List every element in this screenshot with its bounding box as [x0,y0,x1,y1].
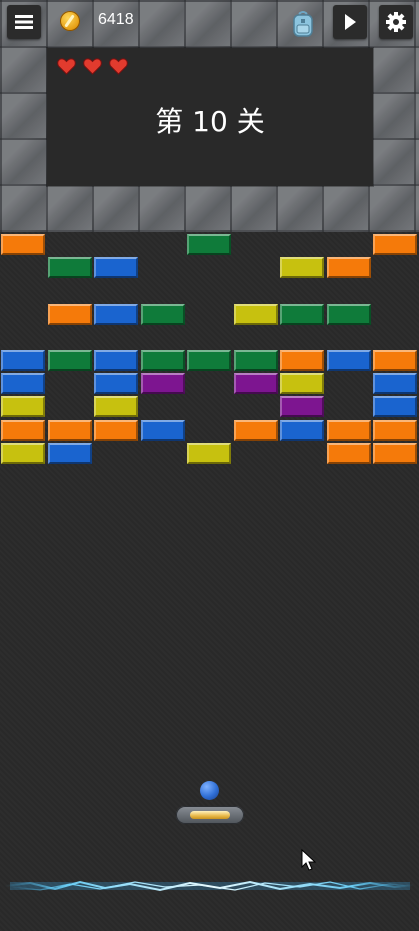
brick-yellow [234,304,278,325]
settings-button[interactable] [379,5,413,39]
brick-blue [1,373,45,394]
backpack-button[interactable] [291,10,315,38]
heart-icon [83,58,102,75]
brick-green [280,304,324,325]
menu-button[interactable] [7,5,41,39]
brick-orange [94,420,138,441]
brick-purple [141,373,185,394]
brick-orange [48,304,92,325]
brick-green [141,350,185,371]
brick-green [187,234,231,255]
heart-icon [109,58,128,75]
brick-orange [327,443,371,464]
brick-orange [280,350,324,371]
brick-green [141,304,185,325]
gold-coin-icon [60,11,80,31]
brick-blue [327,350,371,371]
brick-green [48,350,92,371]
brick-yellow [94,396,138,417]
brick-purple [280,396,324,417]
hamburger-menu-icon [15,15,33,29]
gear-icon [386,12,406,32]
brick-orange [373,443,417,464]
brick-orange [48,420,92,441]
brick-blue [280,420,324,441]
brick-yellow [280,257,324,278]
brick-orange [327,257,371,278]
brick-blue [48,443,92,464]
brick-orange [327,420,371,441]
play-button[interactable] [333,5,367,39]
brick-orange [373,350,417,371]
level-info-panel: 第 10 关 [47,48,373,186]
lives-display [57,58,128,75]
brick-blue [373,396,417,417]
brick-blue [94,257,138,278]
brick-blue [94,350,138,371]
brick-yellow [1,443,45,464]
brick-orange [1,420,45,441]
paddle[interactable] [176,806,244,824]
brick-green [234,350,278,371]
ball [200,781,219,800]
brick-yellow [187,443,231,464]
coin-counter: 6418 [98,11,134,28]
heart-icon [57,58,76,75]
brick-yellow [1,396,45,417]
brick-green [187,350,231,371]
brick-blue [1,350,45,371]
brick-blue [94,304,138,325]
brick-green [48,257,92,278]
brick-blue [141,420,185,441]
brick-purple [234,373,278,394]
brick-orange [373,234,417,255]
brick-orange [1,234,45,255]
paddle-core [190,811,230,819]
play-icon [345,14,356,30]
brick-orange [234,420,278,441]
brick-green [327,304,371,325]
brick-blue [373,373,417,394]
brick-orange [373,420,417,441]
backpack-icon [293,11,313,37]
brick-blue [94,373,138,394]
brick-yellow [280,373,324,394]
level-title: 第 10 关 [155,105,265,138]
electric-barrier [4,880,415,892]
